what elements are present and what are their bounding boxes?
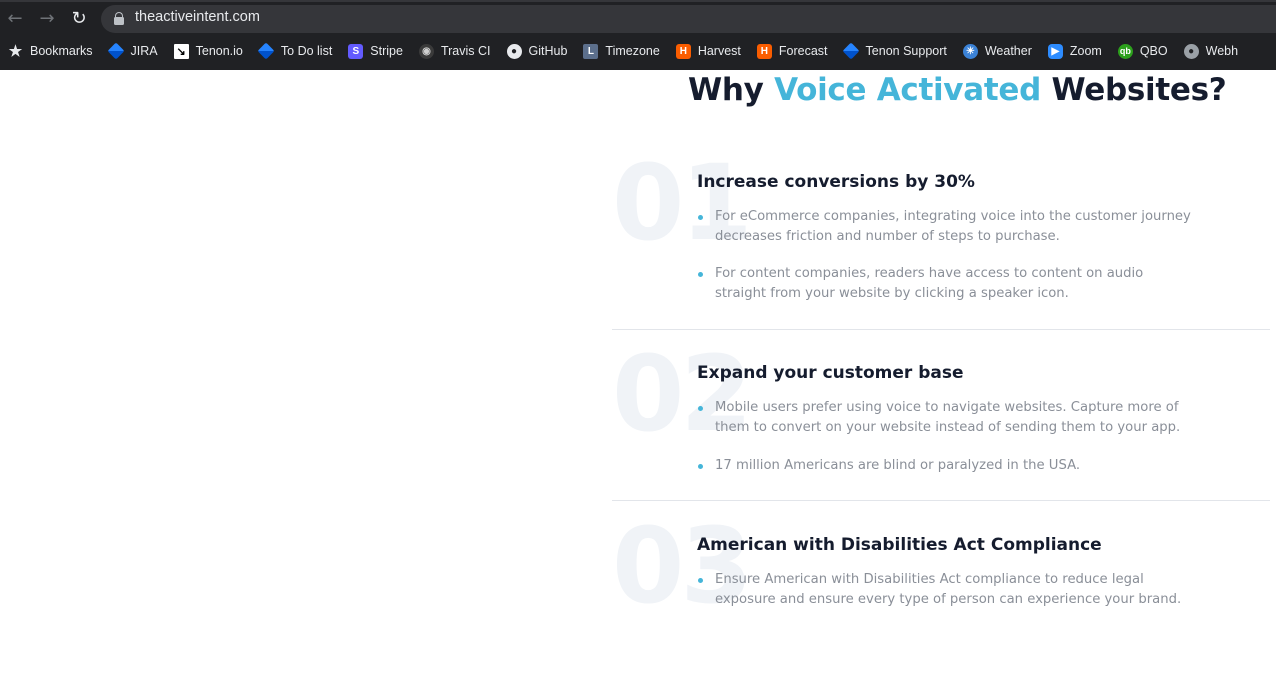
bookmark-todo[interactable]: To Do list xyxy=(251,39,340,63)
bookmark-harvest[interactable]: H Harvest xyxy=(668,39,749,63)
bookmark-jira[interactable]: JIRA xyxy=(101,39,166,63)
zoom-icon: ▶ xyxy=(1047,43,1063,59)
qbo-icon: qb xyxy=(1117,43,1133,59)
bookmark-github[interactable]: ● GitHub xyxy=(499,39,576,63)
star-icon: ★ xyxy=(8,43,23,60)
lock-icon[interactable] xyxy=(114,12,124,25)
harvest-icon: H xyxy=(756,43,772,59)
bookmark-bookmarks[interactable]: ★ Bookmarks xyxy=(0,39,101,63)
bookmark-label: Weather xyxy=(984,44,1032,58)
heading-prefix: Why xyxy=(688,72,775,108)
benefit-section-1: 01 Increase conversions by 30% For eComm… xyxy=(612,150,1270,330)
address-bar[interactable]: theactiveintent.com xyxy=(101,5,1276,33)
github-icon: ● xyxy=(506,43,522,59)
bookmark-label: GitHub xyxy=(528,44,568,58)
bookmark-timezone[interactable]: L Timezone xyxy=(575,39,667,63)
bookmark-label: Forecast xyxy=(778,44,828,58)
section-title: Expand your customer base xyxy=(697,363,964,383)
tenon-icon: ↘ xyxy=(173,43,189,59)
bookmark-label: To Do list xyxy=(280,44,333,58)
reload-icon[interactable]: ↻ xyxy=(67,7,91,31)
section-divider xyxy=(612,329,1270,330)
benefit-section-2: 02 Expand your customer base Mobile user… xyxy=(612,341,1270,501)
harvest-icon: H xyxy=(675,43,691,59)
stripe-icon: S xyxy=(348,43,364,59)
bookmark-label: Stripe xyxy=(370,44,403,58)
jira-icon xyxy=(842,42,860,60)
section-divider xyxy=(612,500,1270,501)
bookmark-zoom[interactable]: ▶ Zoom xyxy=(1040,39,1110,63)
list-item: For eCommerce companies, integrating voi… xyxy=(698,207,1198,247)
bookmark-tenon[interactable]: ↘ Tenon.io xyxy=(166,39,251,63)
bookmark-label: JIRA xyxy=(130,44,158,58)
bookmark-stripe[interactable]: S Stripe xyxy=(340,39,411,63)
travis-icon: ◉ xyxy=(418,43,434,59)
bookmark-forecast[interactable]: H Forecast xyxy=(749,39,836,63)
bookmark-travis[interactable]: ◉ Travis CI xyxy=(411,39,499,63)
jira-icon xyxy=(257,42,275,60)
heading-accent: Voice Activated xyxy=(774,72,1041,108)
bookmark-webh[interactable]: ● Webh xyxy=(1176,39,1246,63)
page-content: Why Voice Activated Websites? 01 Increas… xyxy=(0,70,1276,676)
bookmark-label: Bookmarks xyxy=(30,44,93,58)
forward-arrow-icon[interactable]: → xyxy=(35,7,59,31)
bookmark-label: QBO xyxy=(1139,44,1168,58)
list-item: Ensure American with Disabilities Act co… xyxy=(698,570,1198,610)
bookmark-label: Harvest xyxy=(697,44,741,58)
list-item: 17 million Americans are blind or paraly… xyxy=(698,456,1198,476)
bookmark-label: Tenon Support xyxy=(865,44,947,58)
jira-icon xyxy=(107,42,125,60)
bookmark-weather[interactable]: ☀ Weather xyxy=(955,39,1040,63)
bookmark-label: Zoom xyxy=(1069,44,1102,58)
url-text[interactable]: theactiveintent.com xyxy=(135,9,260,25)
tab-strip xyxy=(0,0,1276,2)
bookmark-label: Webh xyxy=(1205,44,1239,58)
page-title: Why Voice Activated Websites? xyxy=(688,72,1227,108)
section-title: Increase conversions by 30% xyxy=(697,172,975,192)
browser-chrome: ← → ↻ theactiveintent.com ★ Bookmarks JI… xyxy=(0,0,1276,70)
back-arrow-icon[interactable]: ← xyxy=(3,7,27,31)
bookmark-label: Travis CI xyxy=(440,44,491,58)
bookmarks-bar: ★ Bookmarks JIRA ↘ Tenon.io To Do list S… xyxy=(0,39,1276,63)
list-item: Mobile users prefer using voice to navig… xyxy=(698,398,1208,438)
heading-suffix: Websites? xyxy=(1040,72,1227,108)
benefit-section-3: 03 American with Disabilities Act Compli… xyxy=(612,513,1270,623)
section-title: American with Disabilities Act Complianc… xyxy=(697,535,1102,555)
bookmark-label: Tenon.io xyxy=(195,44,243,58)
timezone-icon: L xyxy=(583,43,599,59)
weather-icon: ☀ xyxy=(962,43,978,59)
bookmark-label: Timezone xyxy=(605,44,660,58)
webh-icon: ● xyxy=(1183,43,1199,59)
bookmark-tenon-support[interactable]: Tenon Support xyxy=(836,39,955,63)
bookmark-qbo[interactable]: qb QBO xyxy=(1110,39,1176,63)
list-item: For content companies, readers have acce… xyxy=(698,264,1198,304)
